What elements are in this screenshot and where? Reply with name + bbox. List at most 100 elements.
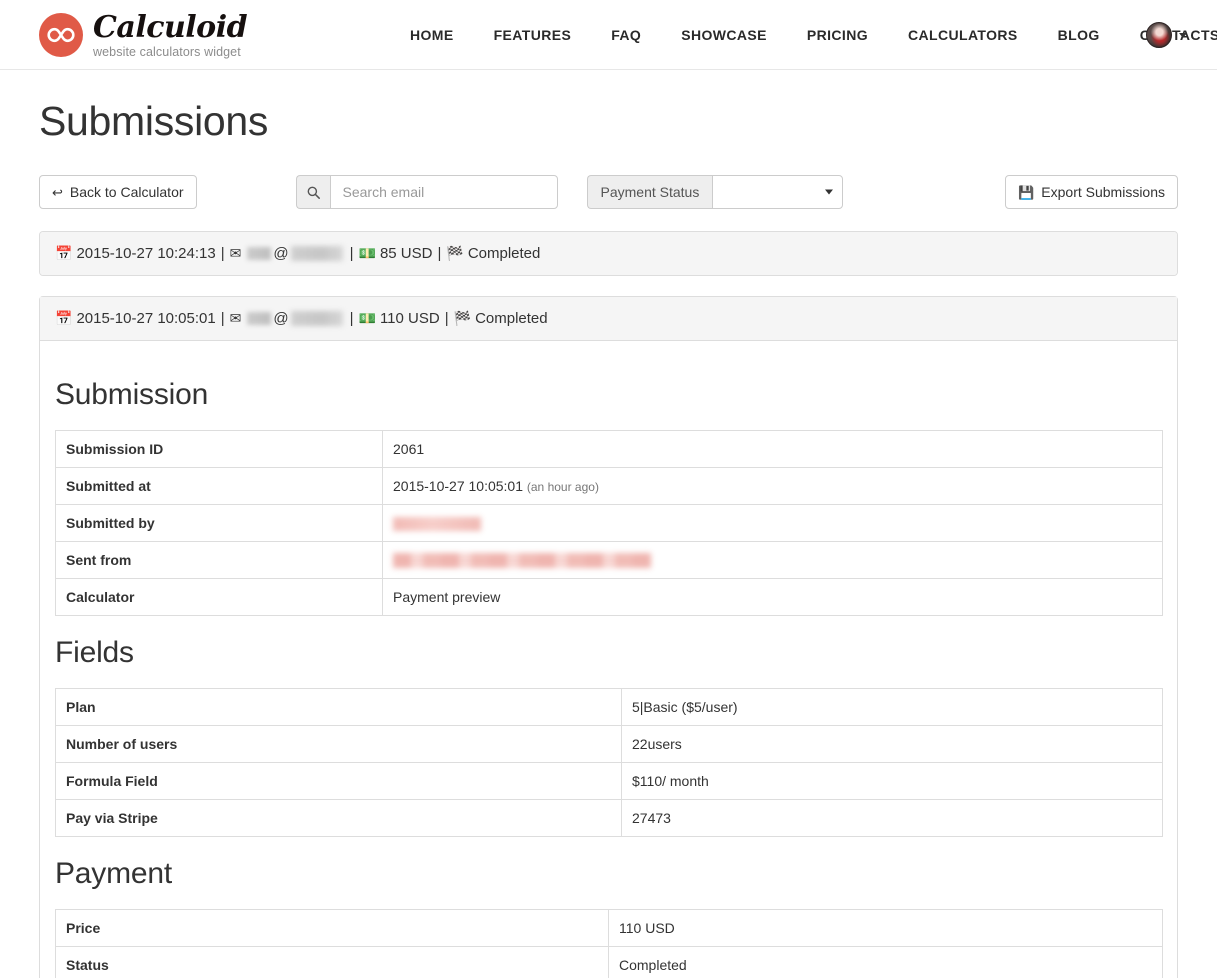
money-icon: 💵 bbox=[358, 245, 376, 261]
submission-status: Completed bbox=[475, 310, 548, 327]
row-value: 27473 bbox=[621, 799, 1163, 837]
page-title: Submissions bbox=[39, 98, 269, 144]
separator: | bbox=[437, 245, 442, 262]
row-value bbox=[382, 541, 1163, 579]
submission-amount: 110 USD bbox=[379, 310, 440, 327]
envelope-icon: ✉ bbox=[229, 310, 242, 326]
row-key: Submitted at bbox=[55, 467, 383, 505]
table-row: Sent from bbox=[55, 541, 1163, 579]
money-icon: 💵 bbox=[358, 310, 376, 326]
row-key: Price bbox=[55, 909, 609, 947]
row-value: 22users bbox=[621, 725, 1163, 763]
redacted-submitted-by bbox=[393, 517, 481, 532]
nav-links: HOME FEATURES FAQ SHOWCASE PRICING CALCU… bbox=[400, 0, 1217, 70]
brand-logo-link[interactable]: Calculoid website calculators widget bbox=[39, 9, 248, 59]
submission-panel: 📅 2015-10-27 10:24:13 | ✉ @ | 💵 85 USD |… bbox=[39, 231, 1178, 276]
payment-section-heading: Payment bbox=[55, 857, 172, 890]
row-key: Status bbox=[55, 946, 609, 978]
table-row: Pay via Stripe 27473 bbox=[55, 799, 1163, 837]
fields-section-heading: Fields bbox=[55, 636, 134, 669]
search-icon bbox=[295, 175, 330, 209]
email-at-sign: @ bbox=[273, 245, 289, 262]
submission-date: 2015-10-27 10:05:01 bbox=[76, 310, 216, 327]
separator: | bbox=[444, 310, 449, 327]
row-value: 2061 bbox=[382, 430, 1163, 468]
payment-status-label: Payment Status bbox=[586, 175, 713, 209]
brand-tagline: website calculators widget bbox=[93, 44, 241, 59]
submitted-at-relative: (an hour ago) bbox=[526, 480, 599, 494]
row-key: Sent from bbox=[55, 541, 383, 579]
search-input[interactable] bbox=[329, 175, 558, 209]
redacted-email-domain bbox=[290, 311, 343, 326]
submission-details-table: Submission ID 2061 Submitted at 2015-10-… bbox=[55, 430, 1163, 616]
fields-table: Plan 5|Basic ($5/user) Number of users 2… bbox=[55, 688, 1163, 837]
row-value: $110/ month bbox=[621, 762, 1163, 800]
table-row: Submission ID 2061 bbox=[55, 430, 1163, 468]
table-row: Status Completed bbox=[55, 946, 1163, 978]
page-container: Submissions ↩ Back to Calculator Payment… bbox=[39, 98, 1178, 978]
separator: | bbox=[349, 310, 354, 327]
submission-amount: 85 USD bbox=[379, 245, 433, 262]
calendar-icon: 📅 bbox=[55, 245, 73, 261]
nav-item-home[interactable]: HOME bbox=[400, 27, 474, 43]
back-to-calculator-button[interactable]: ↩ Back to Calculator bbox=[39, 175, 197, 209]
row-value: 5|Basic ($5/user) bbox=[621, 688, 1163, 726]
nav-item-faq[interactable]: FAQ bbox=[591, 27, 661, 43]
submissions-toolbar: ↩ Back to Calculator Payment Status 💾 Ex… bbox=[39, 175, 1178, 209]
row-key: Plan bbox=[55, 688, 622, 726]
brand-name: Calculoid bbox=[93, 9, 248, 45]
flag-icon: 🏁 bbox=[453, 310, 472, 326]
nav-item-pricing[interactable]: PRICING bbox=[787, 27, 888, 43]
submission-panel-header-1[interactable]: 📅 2015-10-27 10:24:13 | ✉ @ | 💵 85 USD |… bbox=[40, 232, 1177, 275]
chevron-down-icon bbox=[1179, 32, 1187, 38]
nav-item-blog[interactable]: BLOG bbox=[1038, 27, 1120, 43]
row-key: Submission ID bbox=[55, 430, 383, 468]
payment-status-select[interactable] bbox=[712, 175, 844, 209]
nav-item-showcase[interactable]: SHOWCASE bbox=[661, 27, 787, 43]
export-submissions-label: Export Submissions bbox=[1041, 184, 1165, 200]
submitted-at-value: 2015-10-27 10:05:01 bbox=[393, 478, 523, 494]
submission-section-heading: Submission bbox=[55, 378, 209, 411]
table-row: Calculator Payment preview bbox=[55, 578, 1163, 616]
row-key: Number of users bbox=[55, 725, 622, 763]
separator: | bbox=[349, 245, 354, 262]
back-to-calculator-label: Back to Calculator bbox=[69, 184, 184, 200]
row-value: Payment preview bbox=[382, 578, 1163, 616]
table-row: Formula Field $110/ month bbox=[55, 762, 1163, 800]
separator: | bbox=[220, 245, 225, 262]
row-value: Completed bbox=[608, 946, 1163, 978]
row-value: 2015-10-27 10:05:01 (an hour ago) bbox=[382, 467, 1163, 505]
row-value bbox=[382, 504, 1163, 542]
redacted-email-domain bbox=[290, 246, 343, 261]
payment-table: Price 110 USD Status Completed Payment G… bbox=[55, 909, 1163, 978]
table-row: Submitted by bbox=[55, 504, 1163, 542]
submissions-list: 📅 2015-10-27 10:24:13 | ✉ @ | 💵 85 USD |… bbox=[39, 231, 1178, 978]
table-row: Submitted at 2015-10-27 10:05:01 (an hou… bbox=[55, 467, 1163, 505]
flag-icon: 🏁 bbox=[446, 245, 464, 261]
table-row: Plan 5|Basic ($5/user) bbox=[55, 688, 1163, 726]
export-submissions-button[interactable]: 💾 Export Submissions bbox=[1005, 175, 1178, 209]
calendar-icon: 📅 bbox=[55, 310, 73, 326]
email-at-sign: @ bbox=[273, 310, 289, 327]
submission-status: Completed bbox=[467, 245, 541, 262]
table-row: Number of users 22users bbox=[55, 725, 1163, 763]
floppy-save-icon: 💾 bbox=[1018, 184, 1035, 200]
submission-date: 2015-10-27 10:24:13 bbox=[76, 245, 216, 262]
infinity-icon bbox=[39, 12, 83, 57]
submission-detail-body: Submission Submission ID 2061 Submitted … bbox=[40, 341, 1177, 978]
user-menu[interactable] bbox=[1146, 0, 1187, 70]
table-row: Price 110 USD bbox=[55, 909, 1163, 947]
top-navbar: Calculoid website calculators widget HOM… bbox=[0, 0, 1217, 70]
nav-item-features[interactable]: FEATURES bbox=[474, 27, 592, 43]
row-value: 110 USD bbox=[608, 909, 1163, 947]
row-key: Calculator bbox=[55, 578, 383, 616]
nav-item-calculators[interactable]: CALCULATORS bbox=[888, 27, 1038, 43]
arrow-undo-icon: ↩ bbox=[52, 184, 63, 200]
redacted-email-user bbox=[247, 247, 272, 260]
search-email-group bbox=[295, 175, 558, 209]
envelope-icon: ✉ bbox=[229, 245, 242, 261]
redacted-email-user bbox=[247, 312, 272, 325]
redacted-sent-from bbox=[393, 553, 651, 569]
row-key: Formula Field bbox=[55, 762, 622, 800]
submission-panel-header-2[interactable]: 📅 2015-10-27 10:05:01 | ✉ @ | 💵 110 USD … bbox=[40, 297, 1177, 341]
